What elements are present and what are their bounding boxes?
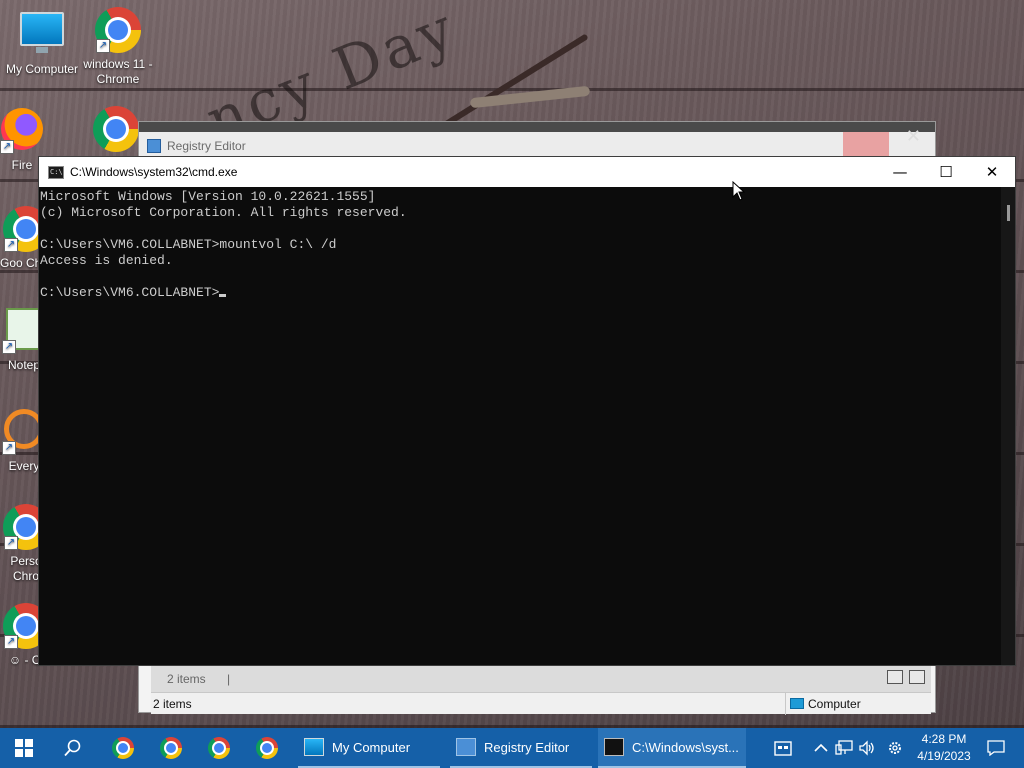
- console-line: C:\Users\VM6.COLLABNET>mountvol C:\ /d: [40, 237, 337, 252]
- taskbar-app-cmd[interactable]: C:\Windows\syst...: [598, 728, 746, 768]
- volume-icon[interactable]: [858, 740, 876, 756]
- monitor-icon: [304, 738, 324, 756]
- search-icon: [64, 739, 81, 757]
- console-line: (c) Microsoft Corporation. All rights re…: [40, 205, 407, 220]
- console-line: Microsoft Windows [Version 10.0.22621.15…: [40, 189, 376, 204]
- registry-editor-title: Registry Editor: [167, 139, 246, 153]
- taskbar-app-label: My Computer: [332, 739, 411, 755]
- status-location: Computer: [785, 693, 865, 715]
- chrome-icon: [208, 737, 230, 759]
- scrollbar-thumb[interactable]: [1007, 205, 1010, 221]
- taskbar-chrome-3[interactable]: [196, 728, 242, 768]
- cmd-title: C:\Windows\system32\cmd.exe: [70, 165, 238, 179]
- taskbar-app-label: C:\Windows\syst...: [632, 739, 739, 755]
- taskbar-app-my-computer[interactable]: My Computer: [298, 728, 440, 768]
- chrome-icon: [160, 737, 182, 759]
- taskbar-chrome-2[interactable]: [148, 728, 194, 768]
- taskbar-clock[interactable]: 4:28 PM 4/19/2023: [912, 731, 976, 765]
- cmd-icon: [604, 738, 624, 756]
- cmd-titlebar[interactable]: C:\ C:\Windows\system32\cmd.exe — ☐ ✕: [39, 157, 1015, 187]
- start-button[interactable]: [0, 728, 48, 768]
- shortcut-arrow-icon: ↗: [96, 39, 110, 53]
- console-prompt: C:\Users\VM6.COLLABNET>: [40, 285, 220, 300]
- chevron-up-icon[interactable]: [812, 740, 830, 756]
- registry-icon: [456, 738, 476, 756]
- shortcut-arrow-icon: ↗: [4, 635, 18, 649]
- status-items-count: 2 items: [167, 672, 206, 686]
- desktop-icon-label: My Computer: [5, 62, 79, 76]
- windows-logo-icon: [15, 739, 33, 757]
- mouse-pointer-icon: [732, 181, 746, 201]
- close-button[interactable]: ✕: [969, 157, 1015, 187]
- status-items-count: 2 items: [153, 697, 192, 711]
- shortcut-arrow-icon: ↗: [2, 340, 16, 354]
- network-icon[interactable]: [835, 740, 853, 756]
- vertical-scrollbar[interactable]: [1001, 187, 1015, 665]
- registry-status-bar: 2 items Computer: [151, 692, 931, 715]
- maximize-button[interactable]: ☐: [923, 157, 969, 187]
- calendar-tray-icon[interactable]: [774, 740, 792, 756]
- minimize-button[interactable]: —: [877, 157, 923, 187]
- computer-icon: [790, 698, 804, 709]
- taskbar: My Computer Registry Editor C:\Windows\s…: [0, 728, 1024, 768]
- wallpaper-pencil: [441, 33, 589, 129]
- wallpaper-brush: [469, 85, 591, 109]
- taskbar-app-label: Registry Editor: [484, 739, 570, 755]
- notification-icon[interactable]: [987, 740, 1005, 756]
- shortcut-arrow-icon: ↗: [0, 140, 14, 154]
- registry-close-button[interactable]: [843, 132, 889, 158]
- taskbar-chrome-4[interactable]: [244, 728, 290, 768]
- clock-time: 4:28 PM: [921, 732, 967, 746]
- monitor-icon: [20, 12, 64, 53]
- taskbar-app-registry-editor[interactable]: Registry Editor: [450, 728, 592, 768]
- shortcut-arrow-icon: ↗: [4, 536, 18, 550]
- desktop-icon-label: windows 11 - Chrome: [83, 57, 153, 86]
- status-computer-label: Computer: [808, 697, 861, 711]
- chrome-icon: [93, 106, 139, 152]
- console-prompt-line[interactable]: C:\Users\VM6.COLLABNET>: [40, 285, 1002, 301]
- taskbar-chrome-1[interactable]: [100, 728, 146, 768]
- details-view-icon[interactable]: [887, 670, 903, 684]
- registry-icon: [147, 139, 161, 153]
- gear-icon[interactable]: [886, 740, 904, 756]
- cmd-window[interactable]: C:\ C:\Windows\system32\cmd.exe — ☐ ✕ Mi…: [38, 156, 1016, 666]
- shortcut-arrow-icon: ↗: [2, 441, 16, 455]
- status-separator: |: [227, 672, 231, 686]
- clock-date: 4/19/2023: [917, 749, 971, 763]
- tiles-view-icon[interactable]: [909, 670, 925, 684]
- desktop-icon-windows11-chrome[interactable]: ↗ windows 11 - Chrome: [76, 6, 160, 87]
- console-line: Access is denied.: [40, 253, 173, 268]
- close-icon[interactable]: ✕: [906, 126, 921, 147]
- shortcut-arrow-icon: ↗: [4, 238, 18, 252]
- text-cursor: [219, 294, 227, 297]
- search-button[interactable]: [50, 728, 96, 768]
- chrome-icon: [256, 737, 278, 759]
- chrome-icon: [112, 737, 134, 759]
- registry-inner-status: 2 items |: [151, 666, 931, 692]
- console-output[interactable]: Microsoft Windows [Version 10.0.22621.15…: [39, 187, 1003, 665]
- desktop-icon-my-computer[interactable]: My Computer: [0, 6, 84, 77]
- registry-editor-titlebar[interactable]: [139, 132, 935, 158]
- cmd-icon: C:\: [48, 166, 64, 179]
